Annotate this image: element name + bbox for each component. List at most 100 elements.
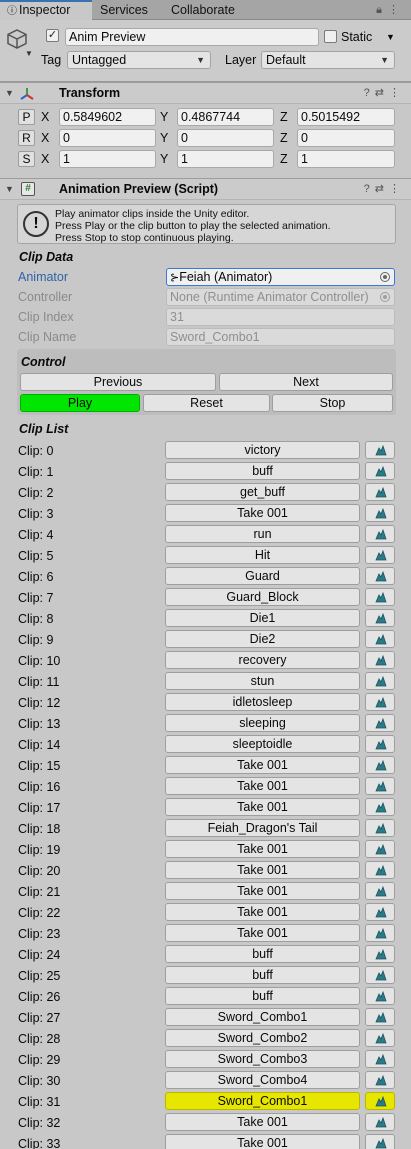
clip-play-button[interactable]: sleeping — [165, 714, 360, 732]
clip-play-button[interactable]: stun — [165, 672, 360, 690]
foldout-icon[interactable]: ▼ — [5, 184, 14, 194]
transform-y-field[interactable]: 1 — [177, 150, 274, 168]
animator-field[interactable]: ⊱Feiah (Animator) — [166, 268, 395, 286]
clip-play-button[interactable]: Take 001 — [165, 1134, 360, 1149]
clip-select-button[interactable] — [365, 651, 395, 669]
clip-select-button[interactable] — [365, 630, 395, 648]
clip-play-button[interactable]: Take 001 — [165, 840, 360, 858]
clip-select-button[interactable] — [365, 483, 395, 501]
clip-select-button[interactable] — [365, 1050, 395, 1068]
lock-icon[interactable]: 🔒︎ — [376, 4, 388, 16]
clip-select-button[interactable] — [365, 567, 395, 585]
clip-play-button[interactable]: Sword_Combo4 — [165, 1071, 360, 1089]
clip-play-button[interactable]: buff — [165, 462, 360, 480]
foldout-icon[interactable]: ▼ — [5, 88, 14, 98]
transform-row-1-button[interactable]: R — [18, 130, 35, 146]
clip-play-button[interactable]: Guard — [165, 567, 360, 585]
clip-play-button[interactable]: Take 001 — [165, 1113, 360, 1131]
help-icon[interactable]: ? — [364, 87, 375, 99]
transform-x-field[interactable]: 0 — [59, 129, 156, 147]
clip-select-button[interactable] — [365, 504, 395, 522]
tag-dropdown[interactable]: Untagged ▼ — [67, 51, 211, 69]
more-options-icon[interactable]: ⋮ — [389, 87, 405, 99]
clip-play-button[interactable]: run — [165, 525, 360, 543]
next-button[interactable]: Next — [219, 373, 393, 391]
clip-select-button[interactable] — [365, 798, 395, 816]
tab-inspector[interactable]: ⓘ Inspector — [0, 0, 92, 21]
clip-play-button[interactable]: Take 001 — [165, 924, 360, 942]
clip-select-button[interactable] — [365, 924, 395, 942]
object-picker-icon[interactable] — [380, 272, 390, 282]
clip-play-button[interactable]: Sword_Combo1 — [165, 1008, 360, 1026]
clip-play-button[interactable]: Hit — [165, 546, 360, 564]
preset-icon[interactable]: ⇄ — [375, 87, 389, 99]
clip-select-button[interactable] — [365, 987, 395, 1005]
transform-z-field[interactable]: 0 — [297, 129, 395, 147]
static-dropdown-arrow-icon[interactable]: ▼ — [386, 28, 395, 46]
clip-play-button[interactable]: sleeptoidle — [165, 735, 360, 753]
clip-select-button[interactable] — [365, 1071, 395, 1089]
clip-select-button[interactable] — [365, 882, 395, 900]
transform-x-field[interactable]: 0.5849602 — [59, 108, 156, 126]
clip-select-button[interactable] — [365, 1113, 395, 1131]
more-options-icon[interactable]: ⋮ — [388, 4, 405, 16]
clip-select-button[interactable] — [365, 1092, 395, 1110]
clip-select-button[interactable] — [365, 735, 395, 753]
clip-select-button[interactable] — [365, 1029, 395, 1047]
clip-select-button[interactable] — [365, 525, 395, 543]
tab-collaborate[interactable]: Collaborate — [171, 0, 235, 20]
clip-play-button[interactable]: Take 001 — [165, 504, 360, 522]
chevron-down-icon[interactable]: ▼ — [25, 49, 33, 58]
clip-play-button[interactable]: Take 001 — [165, 861, 360, 879]
more-options-icon[interactable]: ⋮ — [389, 183, 405, 195]
clip-select-button[interactable] — [365, 693, 395, 711]
clip-select-button[interactable] — [365, 945, 395, 963]
clip-play-button[interactable]: Feiah_Dragon's Tail — [165, 819, 360, 837]
clip-select-button[interactable] — [365, 756, 395, 774]
clip-select-button[interactable] — [365, 588, 395, 606]
clip-play-button[interactable]: Sword_Combo3 — [165, 1050, 360, 1068]
clip-play-button[interactable]: buff — [165, 987, 360, 1005]
clip-play-button[interactable]: buff — [165, 966, 360, 984]
transform-x-field[interactable]: 1 — [59, 150, 156, 168]
transform-header[interactable]: ▼ Transform ?⇄⋮ — [0, 82, 411, 104]
clip-select-button[interactable] — [365, 903, 395, 921]
previous-button[interactable]: Previous — [20, 373, 216, 391]
clip-select-button[interactable] — [365, 819, 395, 837]
clip-play-button[interactable]: idletosleep — [165, 693, 360, 711]
transform-y-field[interactable]: 0 — [177, 129, 274, 147]
clip-select-button[interactable] — [365, 840, 395, 858]
clip-play-button[interactable]: Take 001 — [165, 756, 360, 774]
clip-select-button[interactable] — [365, 462, 395, 480]
clip-play-button[interactable]: recovery — [165, 651, 360, 669]
reset-button[interactable]: Reset — [143, 394, 270, 412]
tab-services[interactable]: Services — [100, 0, 148, 20]
play-button[interactable]: Play — [20, 394, 140, 412]
clip-select-button[interactable] — [365, 609, 395, 627]
clip-play-button[interactable]: Take 001 — [165, 798, 360, 816]
preset-icon[interactable]: ⇄ — [375, 183, 389, 195]
static-checkbox[interactable] — [324, 30, 337, 43]
clip-play-button[interactable]: Die1 — [165, 609, 360, 627]
clip-play-button[interactable]: Take 001 — [165, 903, 360, 921]
clip-play-button[interactable]: Die2 — [165, 630, 360, 648]
clip-play-button[interactable]: buff — [165, 945, 360, 963]
clip-play-button[interactable]: get_buff — [165, 483, 360, 501]
stop-button[interactable]: Stop — [272, 394, 393, 412]
clip-select-button[interactable] — [365, 714, 395, 732]
clip-play-button[interactable]: Sword_Combo2 — [165, 1029, 360, 1047]
clip-select-button[interactable] — [365, 861, 395, 879]
clip-select-button[interactable] — [365, 441, 395, 459]
layer-dropdown[interactable]: Default ▼ — [261, 51, 395, 69]
clip-select-button[interactable] — [365, 546, 395, 564]
clip-select-button[interactable] — [365, 966, 395, 984]
transform-z-field[interactable]: 0.5015492 — [297, 108, 395, 126]
transform-z-field[interactable]: 1 — [297, 150, 395, 168]
clip-play-button[interactable]: Guard_Block — [165, 588, 360, 606]
transform-row-2-button[interactable]: S — [18, 151, 35, 167]
clip-play-button[interactable]: victory — [165, 441, 360, 459]
clip-select-button[interactable] — [365, 672, 395, 690]
active-checkbox[interactable]: ✓ — [46, 29, 59, 42]
clip-select-button[interactable] — [365, 1134, 395, 1149]
gameobject-name-field[interactable]: Anim Preview — [65, 28, 319, 46]
